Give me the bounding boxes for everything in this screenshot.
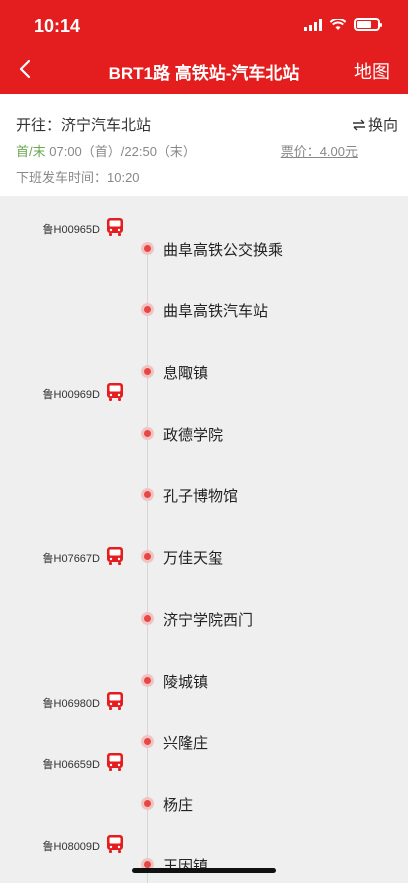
status-icons (304, 18, 382, 31)
stop-dot-icon (141, 303, 154, 316)
destination-label: 开往：济宁汽车北站 (16, 117, 152, 134)
wifi-icon (330, 18, 346, 30)
bus-icon (107, 547, 123, 565)
swap-direction-label: 换向 (367, 117, 398, 134)
stop-item[interactable]: 曲阜高铁汽车站 (0, 297, 408, 323)
bus-icon (107, 692, 123, 710)
map-button[interactable]: 地图 (354, 58, 390, 84)
route-stop-list[interactable]: 曲阜高铁公交换乘 曲阜高铁汽车站 息陬镇 政德学院 孔子博物馆 万佳天玺 济宁学… (0, 196, 408, 883)
stop-dot-icon (141, 427, 154, 440)
operating-hours: 首/末 07:00（首）/22:50（末） (16, 141, 196, 160)
battery-icon (354, 18, 382, 31)
swap-arrows-icon (352, 119, 365, 130)
stop-item[interactable]: 曲阜高铁公交换乘 (0, 236, 408, 262)
stop-name: 陵城镇 (163, 674, 209, 691)
bus-marker[interactable]: 鲁H07667D (0, 546, 130, 568)
bus-plate: 鲁H00965D (42, 224, 100, 236)
swap-direction-button[interactable]: 换向 (352, 114, 398, 135)
stop-name: 兴隆庄 (163, 735, 209, 752)
home-indicator[interactable] (132, 868, 276, 873)
bus-plate: 鲁H00969D (42, 389, 100, 401)
bus-marker[interactable]: 鲁H08009D (0, 834, 130, 856)
bus-icon (107, 383, 123, 401)
bus-marker[interactable]: 鲁H00965D (0, 217, 130, 239)
bus-marker[interactable]: 鲁H06980D (0, 691, 130, 713)
stop-dot-icon (141, 365, 154, 378)
stop-dot-icon (141, 550, 154, 563)
stop-item[interactable]: 孔子博物馆 (0, 482, 408, 508)
route-info-panel: 开往：济宁汽车北站 换向 首/末 07:00（首）/22:50（末） 票价：4.… (0, 94, 408, 196)
app-header: 10:14 BRT1路 高铁站-汽车北站 地图 (0, 0, 408, 94)
bus-marker[interactable]: 鲁H00969D (0, 382, 130, 404)
stop-name: 息陬镇 (163, 365, 209, 382)
stop-item[interactable]: 杨庄 (0, 791, 408, 817)
stop-dot-icon (141, 242, 154, 255)
stop-name: 济宁学院西门 (163, 612, 254, 629)
bus-plate: 鲁H07667D (42, 553, 100, 565)
stop-name: 万佳天玺 (163, 550, 224, 567)
page-title: BRT1路 高铁站-汽车北站 (108, 64, 300, 83)
stop-name: 杨庄 (163, 797, 194, 814)
bus-icon (107, 753, 123, 771)
stop-dot-icon (141, 612, 154, 625)
first-last-tag: 首/末 (16, 144, 46, 159)
stop-dot-icon (141, 735, 154, 748)
bus-marker[interactable]: 鲁H06659D (0, 752, 130, 774)
last-dispatch-time: 下班发车时间：10:20 (16, 170, 140, 185)
fare-link[interactable]: 票价：4.00元 (281, 141, 358, 160)
cellular-signal-icon (304, 18, 322, 31)
bus-plate: 鲁H08009D (42, 841, 100, 853)
stop-dot-icon (141, 674, 154, 687)
bus-plate: 鲁H06980D (42, 698, 100, 710)
stop-name: 孔子博物馆 (163, 488, 239, 505)
stop-item[interactable]: 政德学院 (0, 421, 408, 447)
operating-times: 07:00（首）/22:50（末） (49, 144, 196, 159)
stop-dot-icon (141, 797, 154, 810)
status-time: 10:14 (34, 16, 81, 36)
stop-item[interactable]: 济宁学院西门 (0, 606, 408, 632)
stop-name: 曲阜高铁汽车站 (163, 303, 269, 320)
bus-icon (107, 835, 123, 853)
stop-dot-icon (141, 488, 154, 501)
stop-name: 政德学院 (163, 427, 224, 444)
bus-plate: 鲁H06659D (42, 759, 100, 771)
stop-name: 曲阜高铁公交换乘 (163, 242, 284, 259)
bus-icon (107, 218, 123, 236)
